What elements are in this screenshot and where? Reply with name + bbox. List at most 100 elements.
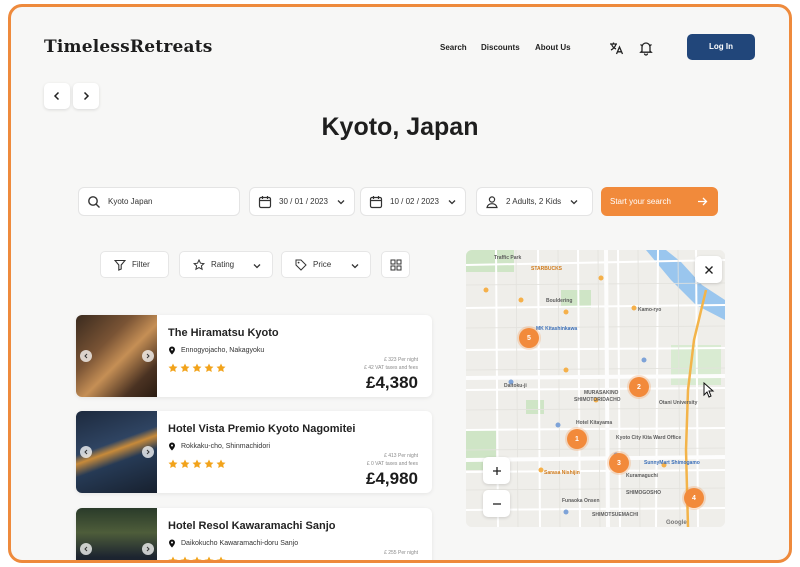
photo-next-button[interactable] [142, 543, 154, 555]
nav-discounts[interactable]: Discounts [481, 43, 520, 52]
map-cluster-marker[interactable]: 1 [567, 429, 587, 449]
star-rating [168, 459, 226, 469]
map-label: Sarasa Nishijin [544, 470, 580, 476]
close-map-button[interactable] [695, 256, 722, 283]
star-icon [216, 556, 226, 560]
map-cluster-marker[interactable]: 5 [519, 328, 539, 348]
star-icon [204, 459, 214, 468]
zoom-out-button[interactable] [483, 490, 510, 517]
map-label: Bouldering [546, 298, 573, 304]
price-per-night: £ 413 Per night [384, 453, 418, 459]
back-button[interactable] [44, 83, 70, 109]
start-search-button[interactable]: Start your search [601, 187, 718, 216]
map-cluster-marker[interactable]: 3 [609, 453, 629, 473]
plus-icon [492, 466, 501, 475]
close-icon [704, 265, 713, 274]
map-cluster-marker[interactable]: 4 [684, 488, 704, 508]
hotel-card[interactable]: The Hiramatsu Kyoto Ennogyojacho, Nakagy… [76, 315, 432, 397]
guests-value: 2 Adults, 2 Kids [506, 197, 562, 206]
map-panel[interactable]: Traffic Park STARBUCKS Bouldering Kamo-r… [466, 250, 725, 527]
chevron-right-icon [146, 449, 150, 455]
map-label: SHIMOGOSHO [626, 490, 662, 496]
star-icon [180, 459, 190, 468]
chevron-left-icon [53, 91, 60, 101]
map-cluster-marker[interactable]: 2 [629, 377, 649, 397]
hotel-name[interactable]: Hotel Vista Premio Kyoto Nagomitei [168, 423, 355, 435]
rating-label: Rating [211, 260, 235, 269]
page-title: Kyoto, Japan [321, 113, 479, 141]
star-icon [168, 363, 178, 372]
star-icon [204, 363, 214, 372]
guests-select[interactable]: 2 Adults, 2 Kids [476, 187, 593, 216]
star-icon [168, 556, 178, 560]
mouse-cursor-icon [703, 382, 715, 398]
nav-about-us[interactable]: About Us [535, 43, 571, 52]
photo-next-button[interactable] [142, 446, 154, 458]
chevron-down-icon [351, 264, 359, 269]
star-icon [168, 459, 178, 468]
photo-prev-button[interactable] [80, 350, 92, 362]
map-label: STARBUCKS [531, 266, 563, 272]
chevron-right-icon [146, 353, 150, 359]
translate-icon[interactable] [608, 40, 624, 56]
zoom-in-button[interactable] [483, 457, 510, 484]
notification-bell-icon[interactable] [638, 40, 654, 56]
map-label: SHIMOTORIDACHO [574, 397, 621, 403]
checkin-date-field[interactable]: 30 / 01 / 2023 [249, 187, 355, 216]
hotel-location: Ennogyojacho, Nakagyoku [168, 346, 264, 355]
chevron-left-icon [84, 449, 88, 455]
chevron-down-icon [448, 199, 456, 204]
user-icon [486, 195, 498, 208]
map-label: Otani University [659, 400, 698, 406]
map-label: Traffic Park [494, 255, 522, 261]
filter-button[interactable]: Filter [100, 251, 169, 278]
calendar-icon [369, 195, 383, 208]
map-label: Funaoka Onsen [562, 498, 600, 504]
map-label: Kamo-ryo [638, 307, 662, 313]
photo-next-button[interactable] [142, 350, 154, 362]
hotel-card[interactable]: Hotel Vista Premio Kyoto Nagomitei Rokka… [76, 411, 432, 493]
forward-button[interactable] [73, 83, 99, 109]
photo-prev-button[interactable] [80, 543, 92, 555]
hotel-card[interactable]: Hotel Resol Kawaramachi Sanjo Daikokucho… [76, 508, 432, 560]
star-rating [168, 363, 226, 373]
brand-logo[interactable]: TimelessRetreats [44, 37, 213, 57]
star-icon [204, 556, 214, 560]
total-price: £4,980 [366, 469, 418, 488]
hotel-location-text: Ennogyojacho, Nakagyoku [181, 347, 265, 354]
hotel-name[interactable]: Hotel Resol Kawaramachi Sanjo [168, 520, 336, 532]
vat-fees: £ 0 VAT taxes and fees [366, 461, 418, 467]
hotel-location-text: Daikokucho Kawaramachi-doru Sanjo [181, 540, 299, 547]
hotel-location: Daikokucho Kawaramachi-doru Sanjo [168, 539, 298, 548]
grid-icon [390, 259, 402, 270]
price-per-night: £ 323 Per night [384, 357, 418, 363]
star-icon [216, 363, 226, 372]
checkout-date-field[interactable]: 10 / 02 / 2023 [360, 187, 466, 216]
map-label: Kyoto City Kita Ward Office [616, 435, 682, 441]
star-icon [180, 363, 190, 372]
price-dropdown[interactable]: Price [281, 251, 371, 278]
google-attribution: Google [666, 520, 687, 526]
chevron-left-icon [84, 353, 88, 359]
location-input[interactable]: Kyoto Japan [78, 187, 240, 216]
star-rating [168, 556, 226, 560]
chevron-down-icon [337, 199, 345, 204]
location-pin-icon [169, 442, 175, 451]
checkin-value: 30 / 01 / 2023 [279, 197, 328, 206]
hotel-name[interactable]: The Hiramatsu Kyoto [168, 327, 279, 339]
total-price: £4,380 [366, 373, 418, 392]
funnel-icon [114, 259, 126, 271]
login-button[interactable]: Log In [687, 34, 755, 60]
chevron-down-icon [570, 199, 578, 204]
star-outline-icon [193, 258, 205, 270]
map-label: MK Kitashinkawa [536, 326, 578, 332]
chevron-right-icon [146, 546, 150, 552]
map-label: Kuramaguchi [626, 473, 658, 479]
chevron-right-icon [83, 91, 90, 101]
photo-prev-button[interactable] [80, 446, 92, 458]
nav-search[interactable]: Search [440, 43, 467, 52]
rating-dropdown[interactable]: Rating [179, 251, 273, 278]
grid-view-button[interactable] [381, 251, 410, 278]
hotel-location: Rokkaku-cho, Shinmachidori [168, 442, 270, 451]
arrow-right-icon [698, 197, 708, 206]
